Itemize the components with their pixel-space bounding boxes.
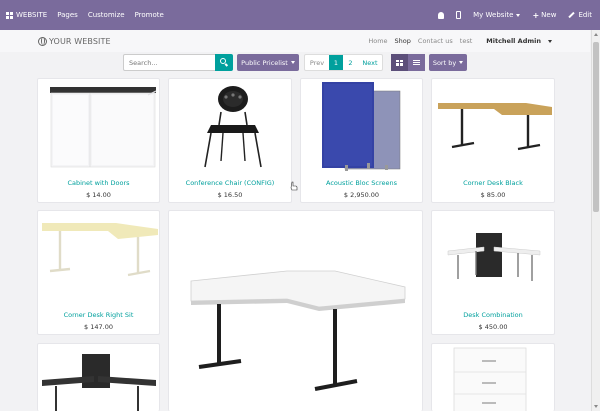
nav-test[interactable]: test bbox=[460, 37, 472, 45]
product-image-desk bbox=[190, 270, 406, 391]
pager-page-1[interactable]: 1 bbox=[329, 55, 343, 70]
product-card[interactable]: Corner Desk Right Sit $ 147.00 bbox=[37, 210, 160, 335]
caret-down-icon bbox=[459, 61, 464, 64]
pencil-icon bbox=[568, 11, 576, 19]
product-price: $ 85.00 bbox=[480, 191, 506, 199]
pricelist-label: Public Pricelist bbox=[241, 58, 288, 67]
product-card[interactable] bbox=[37, 343, 160, 411]
new-button[interactable]: + New bbox=[532, 11, 556, 20]
product-name[interactable]: Conference Chair (CONFIG) bbox=[169, 179, 291, 187]
product-price: $ 16.50 bbox=[217, 191, 243, 199]
product-image-screens bbox=[322, 82, 401, 171]
search-input[interactable] bbox=[123, 54, 216, 71]
site-logo[interactable]: YOUR WEBSITE bbox=[38, 34, 111, 48]
notifications-button[interactable] bbox=[438, 11, 445, 19]
caret-down-icon bbox=[290, 61, 295, 64]
product-name[interactable]: Corner Desk Black bbox=[432, 179, 554, 187]
search-button[interactable] bbox=[215, 54, 233, 71]
mobile-preview-button[interactable] bbox=[456, 11, 462, 19]
menu-promote[interactable]: Promote bbox=[135, 11, 164, 19]
pager-page-2[interactable]: 2 bbox=[343, 55, 358, 70]
nav-shop[interactable]: Shop bbox=[395, 37, 411, 45]
hand-cursor-icon bbox=[290, 181, 298, 191]
main-nav: Home Shop Contact us test Mitchell Admin bbox=[361, 34, 552, 48]
sort-label: Sort by bbox=[432, 58, 457, 67]
user-name: Mitchell Admin bbox=[486, 37, 541, 45]
pager-next[interactable]: Next bbox=[358, 55, 382, 70]
product-image-desk-combination bbox=[447, 233, 541, 281]
caret-down-icon bbox=[516, 13, 521, 17]
product-price: $ 450.00 bbox=[478, 323, 508, 331]
product-card[interactable]: Cabinet with Doors $ 14.00 bbox=[37, 78, 160, 203]
sort-dropdown[interactable]: Sort by bbox=[429, 54, 467, 71]
new-label: New bbox=[541, 11, 557, 19]
admin-bar: WEBSITE Pages Customize Promote My Websi… bbox=[0, 0, 600, 30]
product-card[interactable] bbox=[431, 343, 555, 411]
nav-contact[interactable]: Contact us bbox=[418, 37, 453, 45]
pricelist-dropdown[interactable]: Public Pricelist bbox=[237, 54, 299, 71]
nav-home[interactable]: Home bbox=[368, 37, 387, 45]
grid-view-icon bbox=[396, 59, 403, 66]
website-app-menu[interactable]: WEBSITE bbox=[6, 11, 47, 19]
product-price: $ 147.00 bbox=[84, 323, 113, 331]
list-view-icon bbox=[413, 59, 420, 66]
scrollbar[interactable] bbox=[591, 30, 600, 411]
app-label: WEBSITE bbox=[16, 11, 48, 19]
globe-icon bbox=[38, 36, 47, 46]
product-name[interactable]: Acoustic Bloc Screens bbox=[301, 179, 422, 187]
product-image-chair bbox=[204, 86, 262, 168]
product-image-cabinet bbox=[50, 87, 157, 168]
caret-down-icon bbox=[548, 40, 552, 43]
shop-toolbar: Public Pricelist Prev 1 2 Next Sort by bbox=[0, 54, 590, 72]
pager-prev[interactable]: Prev bbox=[305, 55, 329, 70]
pager: Prev 1 2 Next bbox=[304, 54, 383, 71]
scroll-up-icon[interactable] bbox=[594, 33, 598, 36]
menu-customize[interactable]: Customize bbox=[88, 11, 125, 19]
user-menu[interactable]: Mitchell Admin bbox=[479, 37, 552, 45]
site-header: YOUR WEBSITE Home Shop Contact us test M… bbox=[0, 30, 590, 52]
grid-view-button[interactable] bbox=[391, 54, 408, 71]
product-name[interactable]: Cabinet with Doors bbox=[38, 179, 159, 187]
product-card[interactable]: Desk Combination $ 450.00 bbox=[431, 210, 555, 335]
view-toggle bbox=[391, 54, 425, 71]
apps-grid-icon bbox=[6, 11, 13, 19]
plus-icon: + bbox=[532, 10, 540, 20]
bell-icon bbox=[438, 11, 445, 19]
scroll-down-icon[interactable] bbox=[594, 405, 598, 408]
product-name[interactable]: Desk Combination bbox=[432, 311, 554, 319]
logo-text: YOUR WEBSITE bbox=[49, 36, 111, 46]
product-name[interactable]: Corner Desk Right Sit bbox=[38, 311, 159, 319]
site-selector-label: My Website bbox=[473, 11, 514, 19]
site-selector[interactable]: My Website bbox=[473, 11, 521, 19]
scrollbar-thumb[interactable] bbox=[593, 42, 599, 212]
product-card[interactable]: Acoustic Bloc Screens $ 2,950.00 bbox=[300, 78, 423, 203]
product-image-corner-desk-black bbox=[438, 103, 552, 151]
edit-button[interactable]: Edit bbox=[568, 11, 592, 19]
product-card[interactable]: Corner Desk Black $ 85.00 bbox=[431, 78, 555, 203]
edit-label: Edit bbox=[578, 11, 592, 19]
list-view-button[interactable] bbox=[408, 54, 425, 71]
product-card[interactable]: Conference Chair (CONFIG) $ 16.50 bbox=[168, 78, 292, 203]
mobile-icon bbox=[456, 11, 462, 19]
product-image-desk-combination-black bbox=[42, 354, 156, 411]
product-image-drawer bbox=[453, 347, 527, 411]
menu-pages[interactable]: Pages bbox=[57, 11, 78, 19]
product-card[interactable] bbox=[168, 210, 423, 411]
product-image-corner-desk-right bbox=[42, 223, 158, 277]
product-price: $ 14.00 bbox=[86, 191, 111, 199]
product-price: $ 2,950.00 bbox=[343, 191, 380, 199]
